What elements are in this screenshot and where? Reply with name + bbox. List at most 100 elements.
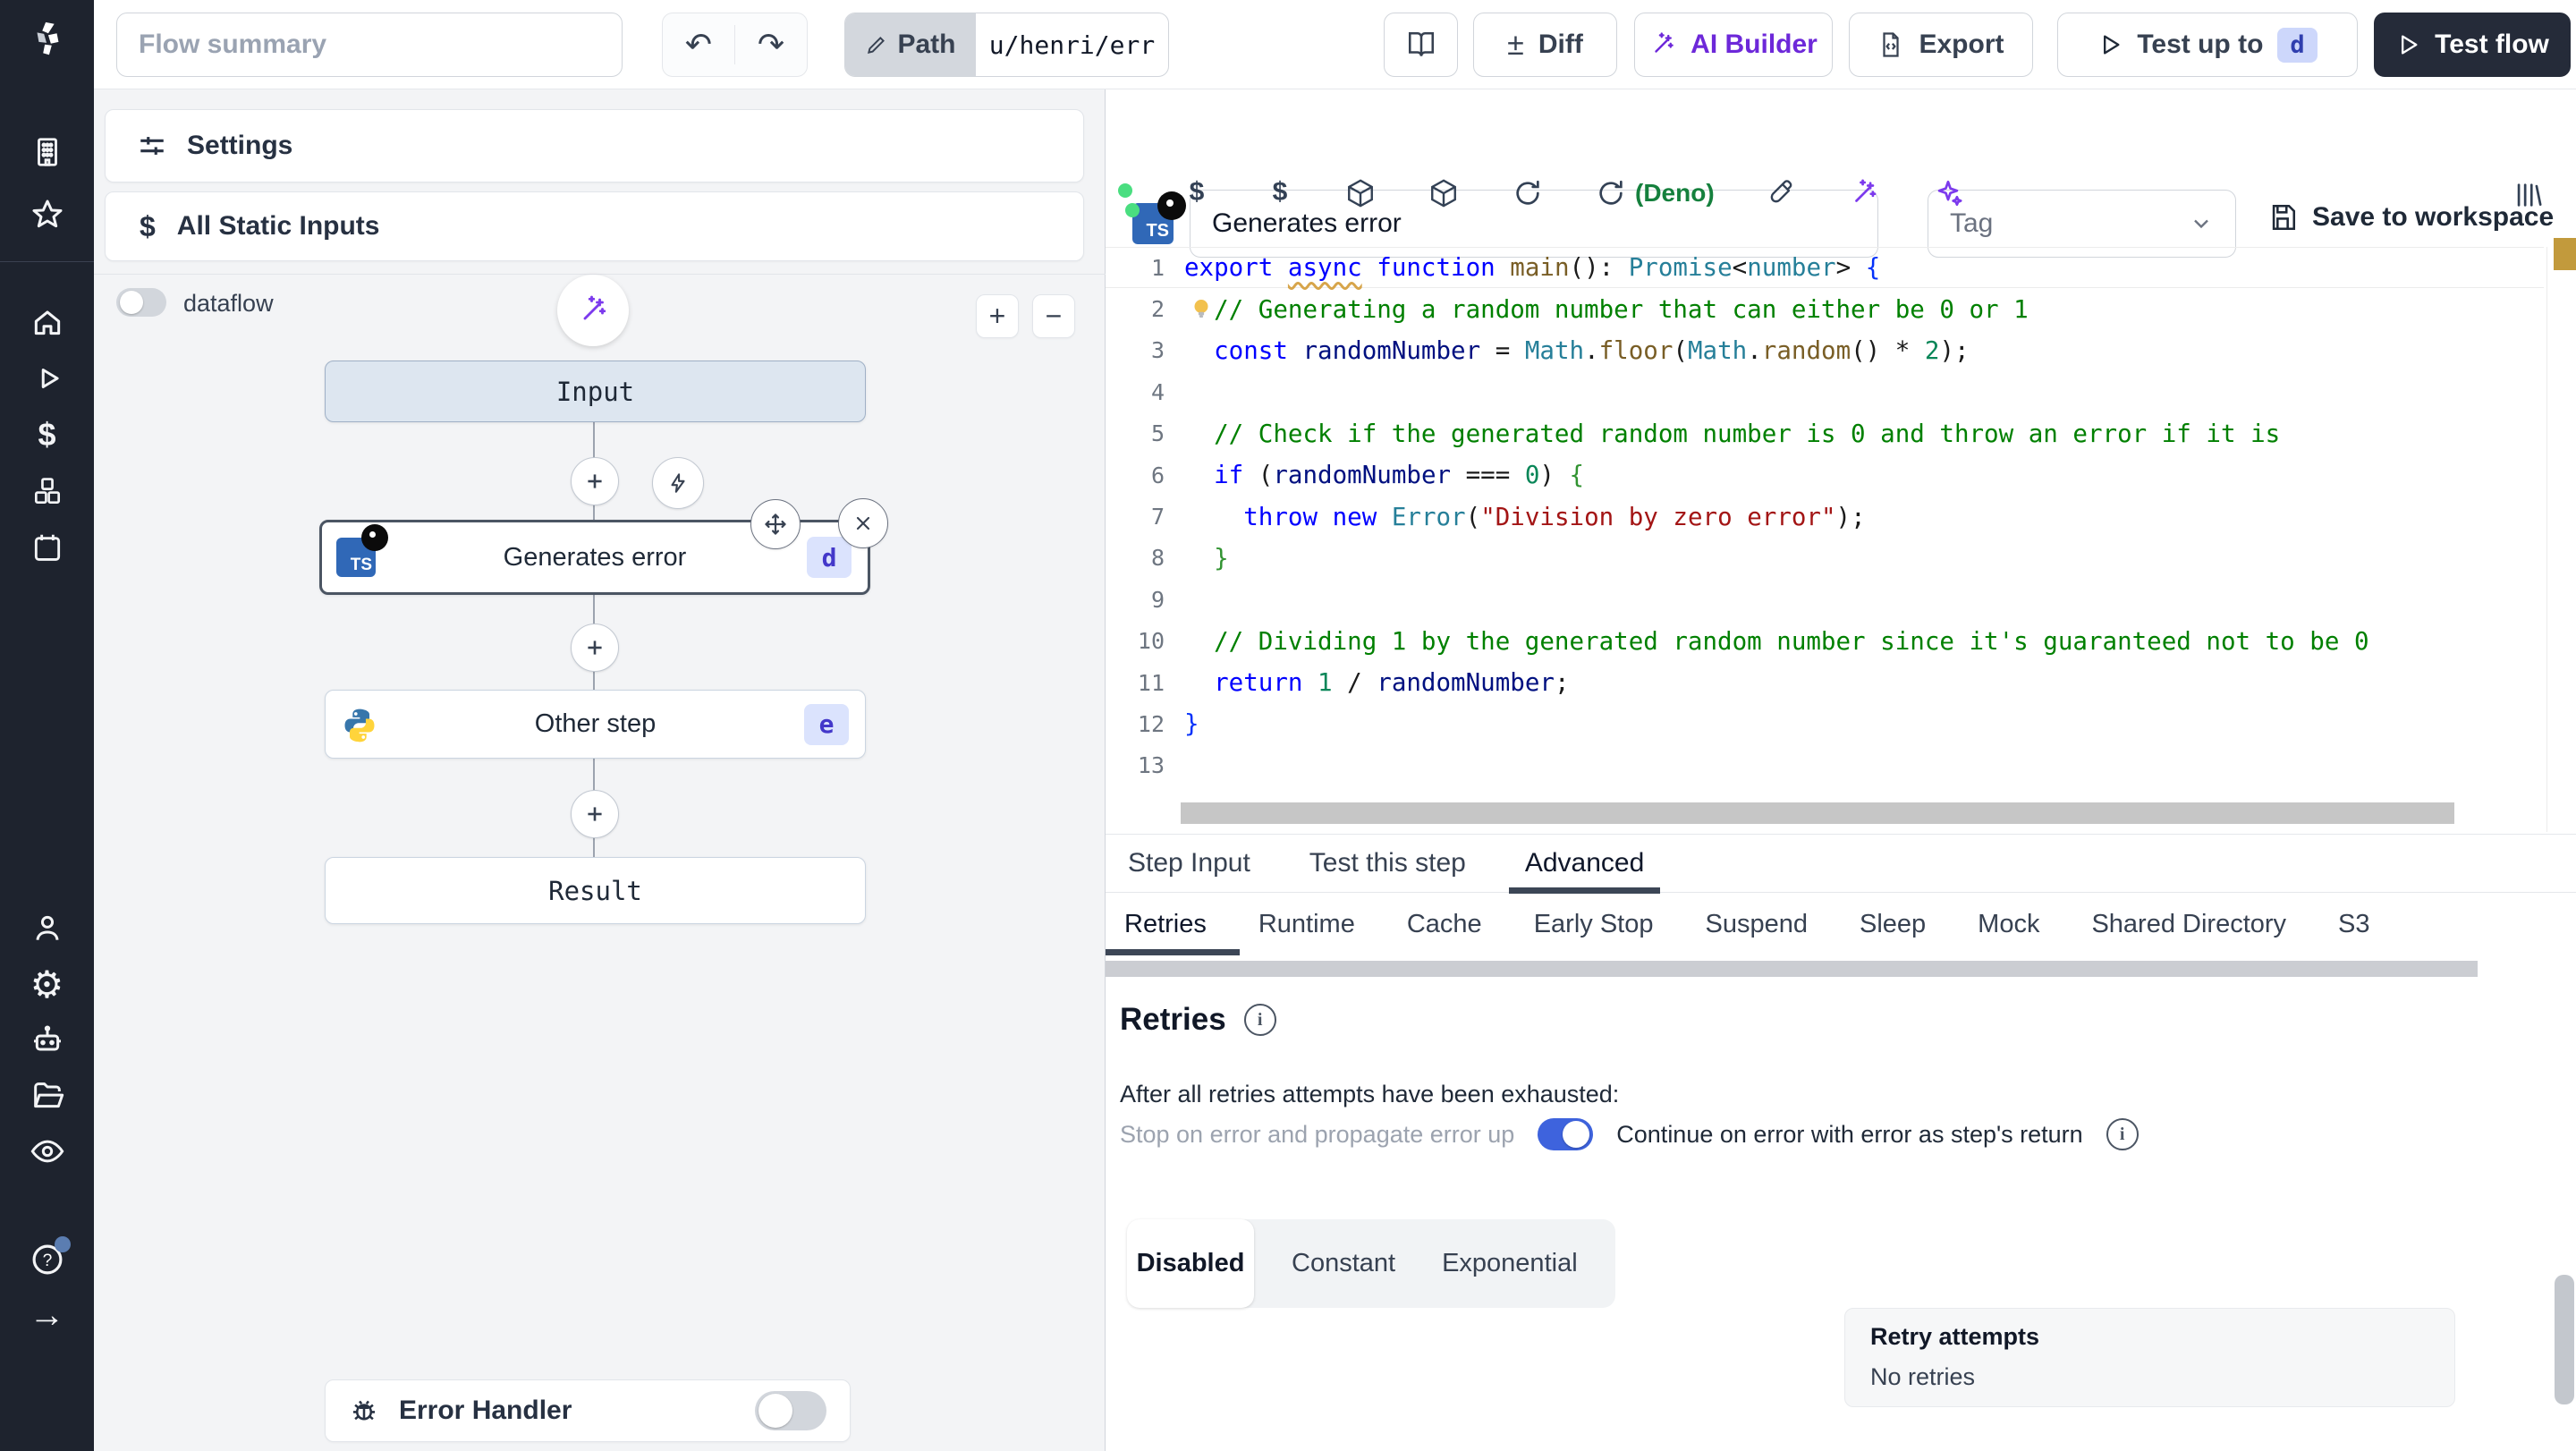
redo-button[interactable]: ↷ [735, 26, 807, 64]
user-icon[interactable] [0, 907, 94, 950]
ai-sparkles-icon[interactable] [1932, 177, 1964, 209]
python-icon [340, 706, 379, 745]
reload-icon[interactable] [1512, 177, 1544, 209]
step-id-badge: e [804, 703, 849, 745]
line-number: 7 [1150, 504, 1165, 530]
code-line-2[interactable]: 2 // Generating a random number that can… [1106, 288, 2544, 329]
subtab-mock[interactable]: Mock [1978, 910, 2039, 939]
panel-vertical-scrollbar[interactable] [2555, 1275, 2574, 1404]
workspace-icon[interactable] [0, 131, 94, 174]
code-line-3[interactable]: 3 const randomNumber = Math.floor(Math.r… [1106, 330, 2544, 371]
windmill-logo-icon[interactable] [0, 18, 94, 61]
code-line-13[interactable]: 13 [1106, 745, 2544, 786]
continue-on-error-toggle[interactable] [1538, 1118, 1594, 1150]
ai-gen-wand-icon[interactable] [1848, 177, 1880, 209]
deno-runtime-label[interactable]: (Deno) [1635, 179, 1715, 208]
subtab-s3[interactable]: S3 [2338, 910, 2369, 939]
subtab-suspend[interactable]: Suspend [1705, 910, 1808, 939]
error-handler-row[interactable]: Error Handler [325, 1379, 851, 1442]
add-step-button-3[interactable] [571, 790, 619, 838]
path-group: Path u/henri/err [844, 13, 1169, 77]
code-line-1[interactable]: 1 export async function main(): Promise<n… [1106, 247, 2544, 288]
all-static-inputs-button[interactable]: $ All Static Inputs [105, 191, 1084, 261]
add-variable-icon[interactable]: $ [1179, 174, 1215, 210]
tab-step-input[interactable]: Step Input [1124, 848, 1254, 878]
ai-flow-wand-button[interactable] [557, 275, 629, 346]
test-flow-button[interactable]: Test flow [2374, 13, 2571, 77]
lightbulb-hint-icon[interactable] [1188, 295, 1215, 322]
test-up-to-button[interactable]: Test up to d [2057, 13, 2358, 77]
dataflow-toggle[interactable] [116, 288, 166, 317]
code-line-11[interactable]: 11 return 1 / randomNumber; [1106, 662, 2544, 703]
subtab-sleep[interactable]: Sleep [1860, 910, 1926, 939]
export-button[interactable]: Export [1849, 13, 2033, 77]
code-line-6[interactable]: 6 if (randomNumber === 0) { [1106, 454, 2544, 496]
path-button[interactable]: Path [845, 13, 976, 76]
resources-icon[interactable] [0, 470, 94, 513]
add-step-button-2[interactable] [571, 624, 619, 672]
code-line-10[interactable]: 10 // Dividing 1 by the generated random… [1106, 621, 2544, 662]
wand-icon [1655, 32, 1674, 53]
tab-advanced[interactable]: Advanced [1508, 848, 1661, 894]
code-line-4[interactable]: 4 [1106, 371, 2544, 412]
add-resource-icon[interactable]: $ [1262, 174, 1298, 210]
flow-node-input[interactable]: Input [325, 361, 866, 422]
help-icon[interactable]: ? [0, 1236, 94, 1281]
code-line-7[interactable]: 7 throw new Error("Division by zero erro… [1106, 496, 2544, 537]
error-handler-toggle[interactable] [755, 1391, 826, 1430]
docs-book-button[interactable] [1384, 13, 1458, 77]
runs-icon[interactable] [0, 357, 94, 400]
format-brush-icon[interactable] [1764, 177, 1796, 209]
retry-mode-exponential[interactable]: Exponential [1433, 1249, 1615, 1278]
zoom-in-button[interactable]: + [976, 294, 1019, 338]
editor-horizontal-scrollbar[interactable] [1181, 802, 2454, 824]
retry-mode-constant[interactable]: Constant [1254, 1249, 1433, 1278]
sidebar-divider [0, 261, 94, 262]
subtab-runtime[interactable]: Runtime [1258, 910, 1355, 939]
home-icon[interactable] [0, 301, 94, 344]
delete-step-button[interactable] [838, 498, 888, 548]
info-icon[interactable]: i [1243, 1004, 1276, 1036]
retry-mode-disabled[interactable]: Disabled [1127, 1219, 1254, 1308]
tab-test-this-step[interactable]: Test this step [1306, 848, 1470, 878]
folders-icon[interactable] [0, 1074, 94, 1117]
code-line-12[interactable]: 12} [1106, 703, 2544, 744]
subtab-shared-directory[interactable]: Shared Directory [2091, 910, 2286, 939]
subtabs-horizontal-scrollbar[interactable] [1106, 961, 2478, 977]
flow-node-other-step[interactable]: Other step e [325, 690, 866, 759]
variables-icon[interactable]: $ [0, 413, 94, 456]
reset-icon[interactable] [1595, 177, 1627, 209]
trigger-zap-button[interactable] [652, 457, 704, 509]
code-editor[interactable]: 1 export async function main(): Promise<n… [1106, 247, 2544, 802]
subtab-cache[interactable]: Cache [1407, 910, 1482, 939]
path-value[interactable]: u/henri/err [976, 30, 1168, 60]
retry-attempts-box: Retry attempts No retries [1844, 1308, 2455, 1407]
code-line-9[interactable]: 9 [1106, 579, 2544, 620]
collapse-sidebar-arrow-icon[interactable]: → [0, 1294, 94, 1336]
settings-gear-icon[interactable]: ⚙ [0, 963, 94, 1006]
code-line-8[interactable]: 8 } [1106, 538, 2544, 579]
library-panel-icon[interactable] [2510, 177, 2546, 213]
diff-button[interactable]: ± Diff [1473, 13, 1617, 77]
subtab-retries[interactable]: Retries [1124, 910, 1207, 939]
flow-node-result[interactable]: Result [325, 857, 866, 924]
info-icon[interactable]: i [2106, 1118, 2139, 1150]
audit-eye-icon[interactable] [0, 1130, 94, 1173]
tag-placeholder: Tag [1950, 208, 1994, 238]
package-icon[interactable] [1344, 177, 1377, 209]
favorites-star-icon[interactable] [0, 193, 94, 236]
add-step-button-1[interactable] [571, 457, 619, 505]
flow-settings-button[interactable]: Settings [105, 109, 1084, 182]
subtab-early-stop[interactable]: Early Stop [1534, 910, 1654, 939]
move-step-button[interactable] [750, 499, 801, 549]
zoom-out-button[interactable]: − [1032, 294, 1075, 338]
overview-warning-marker [2554, 238, 2576, 270]
undo-button[interactable]: ↶ [663, 26, 734, 64]
schedules-icon[interactable] [0, 526, 94, 569]
flow-summary-input[interactable] [116, 13, 623, 77]
workers-robot-icon[interactable] [0, 1019, 94, 1062]
ai-builder-button[interactable]: AI Builder [1634, 13, 1833, 77]
line-number: 5 [1150, 420, 1165, 447]
dependencies-icon[interactable] [1428, 177, 1460, 209]
code-line-5[interactable]: 5 // Check if the generated random numbe… [1106, 413, 2544, 454]
